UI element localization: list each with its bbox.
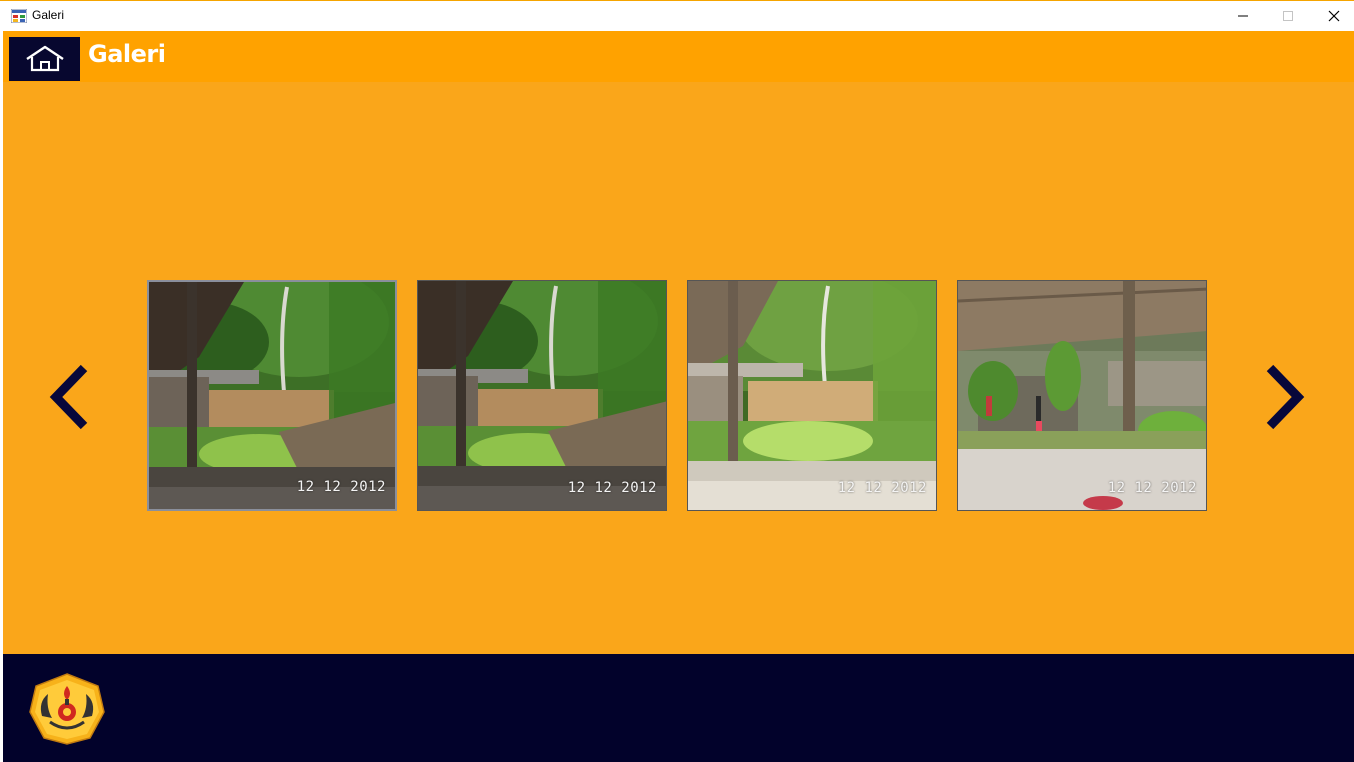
next-button[interactable] <box>1264 364 1306 430</box>
minimize-button[interactable] <box>1220 1 1266 31</box>
home-button[interactable] <box>9 37 80 81</box>
close-button[interactable] <box>1311 1 1354 31</box>
minimize-icon <box>1238 15 1248 17</box>
close-icon <box>1328 10 1340 22</box>
chevron-left-icon <box>49 364 88 430</box>
gallery-image[interactable]: 12 12 2012 <box>687 280 937 511</box>
app-footer <box>3 654 1354 762</box>
home-icon <box>25 45 64 72</box>
gallery-image[interactable]: 12 12 2012 <box>957 280 1207 511</box>
window-title: Galeri <box>32 8 65 22</box>
window-titlebar: Galeri <box>0 0 1354 31</box>
photo-date: 12 12 2012 <box>567 480 657 496</box>
photo-pavilion-people <box>958 281 1206 510</box>
app-header <box>3 31 1354 82</box>
photo-pavilion-garden-bright <box>688 281 936 510</box>
previous-button[interactable] <box>48 364 90 430</box>
photo-pavilion-garden <box>149 282 395 509</box>
gallery-image[interactable]: 12 12 2012 <box>417 280 667 511</box>
maximize-button[interactable] <box>1265 1 1311 31</box>
photo-date: 12 12 2012 <box>1107 480 1197 496</box>
gallery-image[interactable]: 12 12 2012 <box>147 280 397 511</box>
university-logo <box>29 673 105 745</box>
photo-date: 12 12 2012 <box>837 480 927 496</box>
app-icon <box>11 9 27 23</box>
chevron-right-icon <box>1266 364 1305 430</box>
photo-pavilion-garden <box>418 281 666 510</box>
photo-date: 12 12 2012 <box>296 479 386 495</box>
page-title: Galeri <box>88 40 166 68</box>
maximize-icon <box>1283 11 1293 21</box>
